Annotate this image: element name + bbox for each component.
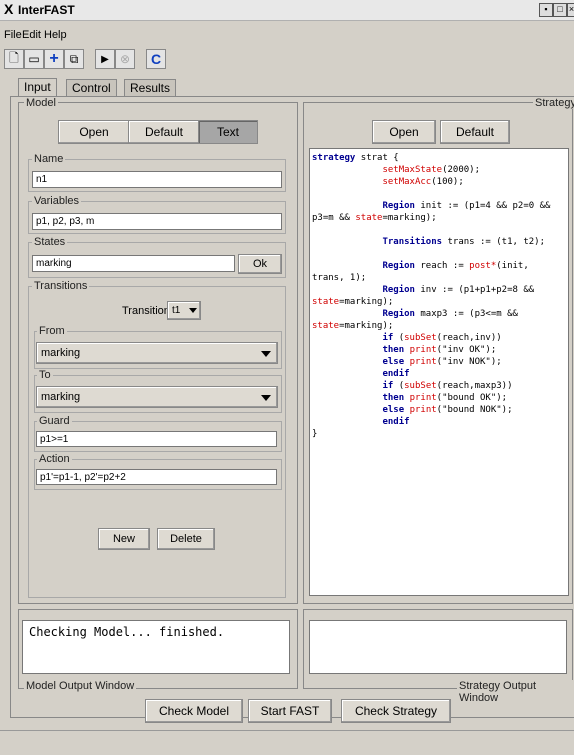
check-model-button[interactable]: Check Model xyxy=(145,699,243,723)
model-title: Model xyxy=(24,97,58,109)
chevron-down-icon xyxy=(261,395,271,401)
start-fast-button[interactable]: Start FAST xyxy=(248,699,332,723)
close-icon[interactable]: × xyxy=(567,3,574,17)
states-field[interactable]: marking xyxy=(32,255,235,272)
window-title: InterFAST xyxy=(18,3,75,17)
model-text-button[interactable]: Text xyxy=(198,120,258,144)
tab-results[interactable]: Results xyxy=(124,79,177,96)
from-select-value: marking xyxy=(41,347,81,359)
menu-help[interactable]: Help xyxy=(44,29,67,41)
strategy-open-button[interactable]: Open xyxy=(372,120,436,144)
play-icon[interactable]: ▶ xyxy=(95,49,115,69)
strategy-title: Strategy xyxy=(533,97,574,109)
transitions-label: Transitions xyxy=(32,280,90,292)
states-label: States xyxy=(32,236,68,248)
strategy-output-label: Strategy Output Window xyxy=(457,680,574,704)
delete-transition-button[interactable]: Delete xyxy=(157,528,215,550)
open-folder-icon[interactable]: ▭ xyxy=(24,49,44,69)
chevron-down-icon xyxy=(261,351,271,357)
strategy-default-button[interactable]: Default xyxy=(440,120,510,144)
model-default-button[interactable]: Default xyxy=(128,120,200,144)
menu-file[interactable]: File xyxy=(4,29,22,41)
variables-field[interactable]: p1, p2, p3, m xyxy=(32,213,282,230)
check-strategy-button[interactable]: Check Strategy xyxy=(341,699,451,723)
menu-edit[interactable]: Edit xyxy=(22,29,41,41)
variables-label: Variables xyxy=(32,195,82,207)
action-label: Action xyxy=(37,453,72,465)
stop-icon[interactable]: ⊗ xyxy=(115,49,135,69)
minimize-icon[interactable]: ▪ xyxy=(539,3,553,17)
refresh-c-icon[interactable]: C xyxy=(146,49,166,69)
to-select[interactable]: marking xyxy=(36,386,278,408)
status-bar xyxy=(0,730,574,755)
chevron-down-icon xyxy=(189,308,197,313)
x-logo-icon: X xyxy=(4,1,14,17)
title-bar: X InterFAST ▪ □ × xyxy=(0,0,574,21)
new-file-icon[interactable]: 🗋 xyxy=(4,49,24,69)
to-select-value: marking xyxy=(41,391,81,403)
states-ok-button[interactable]: Ok xyxy=(238,254,282,274)
add-icon[interactable]: + xyxy=(44,49,64,69)
model-open-button[interactable]: Open xyxy=(58,120,130,144)
transition-select-value: t1 xyxy=(172,305,181,316)
copy-icon[interactable]: ⧉ xyxy=(64,49,84,69)
tab-input[interactable]: Input xyxy=(18,78,57,97)
action-field[interactable]: p1'=p1-1, p2'=p2+2 xyxy=(36,469,277,485)
maximize-icon[interactable]: □ xyxy=(553,3,567,17)
model-output-label: Model Output Window xyxy=(24,680,137,692)
name-label: Name xyxy=(32,153,66,165)
tab-control[interactable]: Control xyxy=(66,79,117,96)
name-field[interactable]: n1 xyxy=(32,171,282,188)
transition-select[interactable]: t1 xyxy=(167,301,201,320)
to-label: To xyxy=(37,369,53,381)
strategy-output-text xyxy=(309,620,567,674)
guard-field[interactable]: p1>=1 xyxy=(36,431,277,447)
guard-label: Guard xyxy=(37,415,72,427)
from-select[interactable]: marking xyxy=(36,342,278,364)
new-transition-button[interactable]: New xyxy=(98,528,150,550)
model-output-text: Checking Model... finished. xyxy=(22,620,290,674)
from-label: From xyxy=(37,325,67,337)
strategy-code-editor[interactable]: strategy strat { setMaxState(2000); setM… xyxy=(309,148,569,596)
